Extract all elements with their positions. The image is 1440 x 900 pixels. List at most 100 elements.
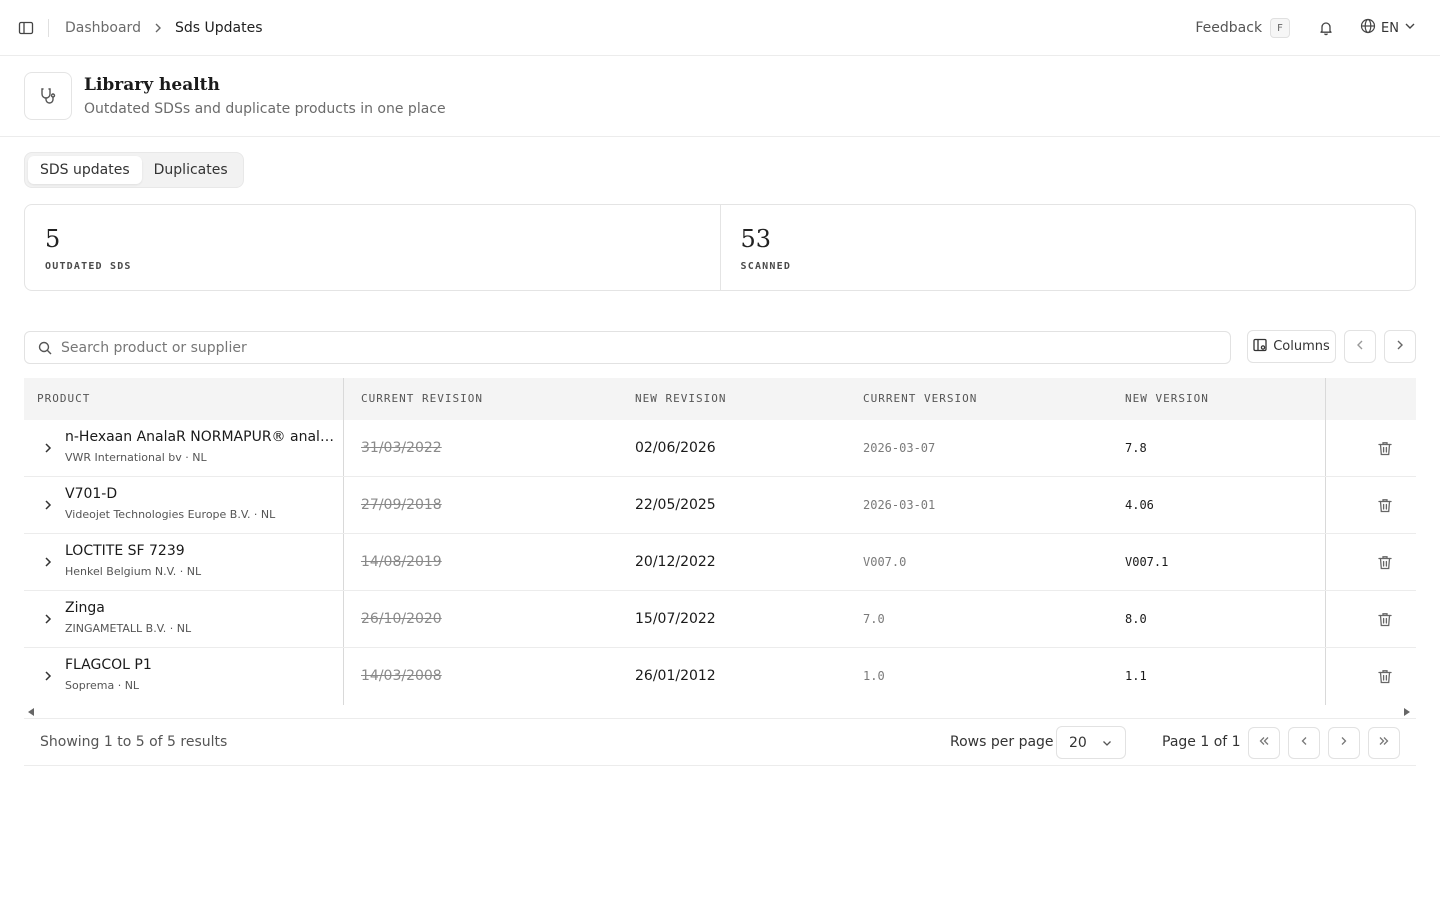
feedback-label: Feedback [1195, 20, 1263, 36]
column-header-current-revision[interactable]: CURRENT REVISION [361, 378, 483, 420]
expand-row-chevron-icon[interactable] [40, 497, 56, 513]
breadcrumb-dashboard-link[interactable]: Dashboard [65, 20, 141, 36]
column-header-product[interactable]: PRODUCT [37, 378, 90, 420]
expand-row-chevron-icon[interactable] [40, 611, 56, 627]
product-name: LOCTITE SF 7239 [65, 543, 185, 559]
chevrons-left-icon [1258, 735, 1270, 751]
table-row: V701-D Videojet Technologies Europe B.V.… [24, 477, 1416, 534]
columns-button[interactable]: Columns [1247, 330, 1336, 363]
current-revision: 31/03/2022 [361, 440, 442, 456]
page-title: Library health [84, 75, 220, 95]
previous-page-button[interactable] [1288, 727, 1320, 759]
product-name: V701-D [65, 486, 118, 502]
search-icon [37, 340, 53, 356]
tab-duplicates[interactable]: Duplicates [142, 156, 240, 184]
current-version: 7.0 [863, 612, 885, 626]
chevron-right-icon [1394, 339, 1406, 355]
current-version: V007.0 [863, 555, 907, 569]
trash-icon[interactable] [1376, 496, 1394, 514]
new-version: 8.0 [1125, 612, 1147, 626]
tab-sds-updates[interactable]: SDS updates [28, 156, 142, 184]
new-revision: 22/05/2025 [635, 497, 716, 513]
current-version: 2026-03-01 [863, 498, 936, 512]
expand-row-chevron-icon[interactable] [40, 668, 56, 684]
new-version: 4.06 [1125, 498, 1154, 512]
columns-icon [1253, 338, 1267, 356]
trash-icon[interactable] [1376, 439, 1394, 457]
trash-icon[interactable] [1376, 553, 1394, 571]
current-version: 1.0 [863, 669, 885, 683]
page-info: Page 1 of 1 [1162, 734, 1241, 750]
table-row: n-Hexaan AnalaR NORMAPUR® analytical rea… [24, 420, 1416, 477]
column-header-new-revision[interactable]: NEW REVISION [635, 378, 726, 420]
stat-scanned: 53 SCANNED [719, 205, 1416, 290]
current-revision: 14/08/2019 [361, 554, 442, 570]
topbar-divider [48, 19, 49, 37]
scroll-left-button[interactable] [1344, 330, 1376, 363]
expand-row-chevron-icon[interactable] [40, 440, 56, 456]
page-header: Library health Outdated SDSs and duplica… [0, 56, 1440, 137]
results-summary: Showing 1 to 5 of 5 results [40, 734, 228, 750]
row-sticky-right [1325, 591, 1416, 647]
current-revision: 26/10/2020 [361, 611, 442, 627]
stat-value: 5 [45, 225, 61, 253]
new-revision: 26/01/2012 [635, 668, 716, 684]
chevrons-right-icon [1378, 735, 1390, 751]
language-label: EN [1381, 20, 1399, 36]
table-row: LOCTITE SF 7239 Henkel Belgium N.V. · NL… [24, 534, 1416, 591]
product-supplier: VWR International bv · NL [65, 451, 207, 464]
top-bar: Dashboard Sds Updates Feedback F EN [0, 0, 1440, 56]
rows-per-page-value: 20 [1069, 734, 1087, 751]
current-revision: 14/03/2008 [361, 668, 442, 684]
table-header: PRODUCT CURRENT REVISION NEW REVISION CU… [24, 378, 1416, 420]
last-page-button[interactable] [1368, 727, 1400, 759]
expand-row-chevron-icon[interactable] [40, 554, 56, 570]
product-supplier: Soprema · NL [65, 679, 140, 692]
feedback-button[interactable]: Feedback F [1195, 18, 1291, 38]
stat-value: 53 [740, 225, 772, 253]
row-sticky-right [1325, 648, 1416, 705]
sds-updates-table: PRODUCT CURRENT REVISION NEW REVISION CU… [24, 378, 1416, 705]
search-input[interactable] [61, 339, 1211, 356]
next-page-button[interactable] [1328, 727, 1360, 759]
header-sticky-right [1325, 378, 1416, 420]
row-sticky-right [1325, 534, 1416, 590]
rows-per-page-select[interactable]: 20 [1056, 726, 1126, 759]
new-revision: 02/06/2026 [635, 440, 716, 456]
new-version: V007.1 [1125, 555, 1169, 569]
tab-list: SDS updates Duplicates [24, 152, 244, 188]
horizontal-scrollbar[interactable] [24, 702, 1416, 717]
column-header-current-version[interactable]: CURRENT VERSION [863, 378, 977, 420]
product-name: n-Hexaan AnalaR NORMAPUR® analytical rea… [65, 429, 337, 445]
product-name: FLAGCOL P1 [65, 657, 152, 673]
page-subtitle: Outdated SDSs and duplicate products in … [84, 101, 446, 117]
new-version: 7.8 [1125, 441, 1147, 455]
first-page-button[interactable] [1248, 727, 1280, 759]
language-selector[interactable]: EN [1360, 18, 1416, 38]
breadcrumb: Dashboard Sds Updates [65, 18, 262, 38]
stethoscope-icon [24, 72, 72, 120]
table-row: FLAGCOL P1 Soprema · NL 14/03/2008 26/01… [24, 648, 1416, 705]
row-sticky-right [1325, 420, 1416, 476]
row-sticky-right [1325, 477, 1416, 533]
topbar-actions: Feedback F EN [1195, 16, 1416, 40]
new-revision: 15/07/2022 [635, 611, 716, 627]
product-supplier: Videojet Technologies Europe B.V. · NL [65, 508, 276, 521]
product-supplier: Henkel Belgium N.V. · NL [65, 565, 202, 578]
scroll-left-arrow-icon[interactable] [27, 705, 37, 716]
stat-outdated-sds: 5 OUTDATED SDS [25, 205, 720, 290]
scroll-right-arrow-icon[interactable] [1403, 705, 1413, 716]
trash-icon[interactable] [1376, 667, 1394, 685]
stat-label: SCANNED [740, 261, 792, 272]
globe-icon [1360, 18, 1376, 38]
column-header-new-version[interactable]: NEW VERSION [1125, 378, 1209, 420]
scroll-right-button[interactable] [1384, 330, 1416, 363]
chevron-down-icon [1101, 737, 1113, 749]
rows-per-page-label: Rows per page [950, 734, 1054, 750]
current-revision: 27/09/2018 [361, 497, 442, 513]
trash-icon[interactable] [1376, 610, 1394, 628]
bell-icon[interactable] [1316, 18, 1336, 38]
sidebar-toggle-icon[interactable] [16, 18, 36, 38]
current-version: 2026-03-07 [863, 441, 936, 455]
breadcrumb-current: Sds Updates [174, 20, 263, 36]
